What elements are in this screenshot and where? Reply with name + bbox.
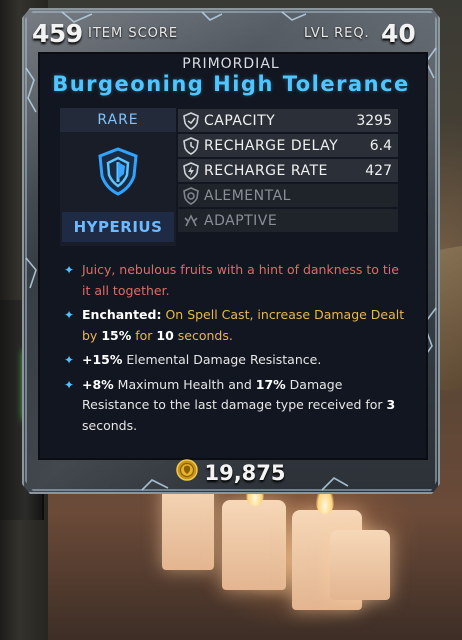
stat-value: 3295 (356, 112, 392, 129)
candle (330, 530, 390, 600)
coin-icon (176, 459, 199, 481)
enchant-text-part: seconds. (173, 327, 233, 343)
item-description: ✦ Juicy, nebulous fruits with a hint of … (60, 260, 408, 440)
stat-row-recharge-rate: RECHARGE RATE 427 (178, 159, 398, 182)
rarity-label: RARE (60, 108, 176, 132)
item-card: 459 ITEM SCORE LVL REQ. 40 PRIMORDIAL Bu… (22, 8, 440, 494)
perk-value: +8% (82, 376, 114, 392)
stats-list: CAPACITY 3295 RECHARGE DELAY 6.4 RECHARG… (178, 109, 398, 234)
perk-seconds: 3 (386, 397, 396, 412)
perk-value: +15% (82, 352, 123, 367)
enchant-seconds: 10 (156, 327, 174, 343)
bullet-icon: ✦ (64, 353, 75, 367)
enchant-text: ✦ Enchanted: On Spell Cast, increase Dam… (60, 305, 408, 346)
item-price: 19,875 (22, 459, 440, 485)
stat-label: RECHARGE RATE (204, 162, 328, 179)
perk-text: ✦ +15% Elemental Damage Resistance. (60, 350, 408, 371)
enchant-percent: 15% (101, 327, 132, 343)
bullet-icon: ✦ (64, 377, 75, 392)
perk-text-part: seconds. (82, 417, 138, 433)
perk-text: ✦ +8% Maximum Health and 17% Damage Resi… (60, 375, 408, 437)
bullet-icon: ✦ (64, 263, 75, 277)
adaptive-icon (180, 211, 202, 231)
recharge-delay-icon (180, 136, 202, 156)
bullet-icon: ✦ (64, 308, 75, 322)
perk-value: 17% (255, 376, 286, 392)
stat-row-recharge-delay: RECHARGE DELAY 6.4 (178, 134, 398, 157)
item-score-value: 459 (32, 19, 83, 48)
recharge-rate-icon (180, 161, 202, 181)
price-value: 19,875 (204, 461, 286, 485)
stat-label: RECHARGE DELAY (204, 137, 339, 154)
item-prefix: PRIMORDIAL (182, 56, 280, 72)
candle (222, 500, 286, 590)
stat-label: ADAPTIVE (204, 212, 278, 229)
manufacturer-label: HYPERIUS (62, 212, 174, 242)
capacity-icon (180, 111, 202, 131)
flavor-text-content: Juicy, nebulous fruits with a hint of da… (82, 262, 399, 298)
item-score-label: ITEM SCORE (88, 26, 179, 41)
item-info-panel: RARE HYPERIUS (60, 108, 176, 246)
stat-label: ALEMENTAL (204, 187, 291, 204)
shield-icon (96, 146, 140, 196)
item-name: Burgeoning High Tolerance (52, 72, 410, 96)
enchant-label: Enchanted: (82, 307, 162, 322)
stat-value: 6.4 (369, 137, 392, 154)
flavor-text: ✦ Juicy, nebulous fruits with a hint of … (60, 260, 408, 301)
stat-value: 427 (365, 162, 392, 179)
level-req-label: LVL REQ. (304, 26, 370, 41)
stat-row-capacity: CAPACITY 3295 (178, 109, 398, 132)
stat-row-adaptive: ADAPTIVE (178, 209, 398, 232)
enchant-text-part: for (131, 327, 157, 343)
perk-text-part: Maximum Health and (113, 376, 256, 392)
stat-label: CAPACITY (204, 112, 276, 129)
stat-row-alemental: ALEMENTAL (178, 184, 398, 207)
level-req-value: 40 (381, 19, 416, 48)
perk-text-part: Elemental Damage Resistance. (122, 352, 322, 367)
alemental-icon (180, 186, 202, 206)
